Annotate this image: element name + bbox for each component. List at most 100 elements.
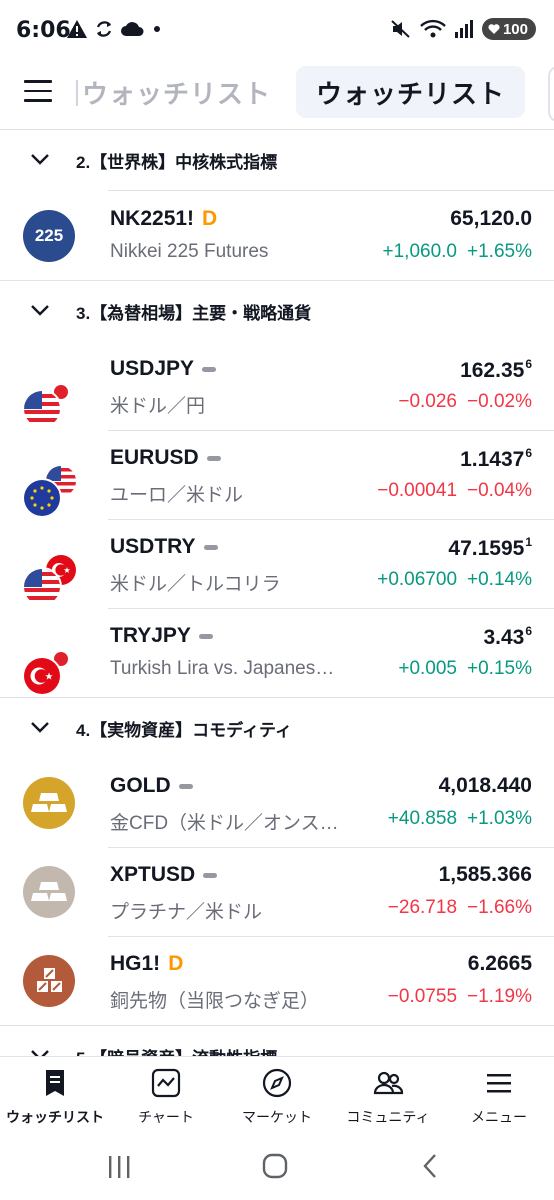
price-value: 162.35 [460, 359, 525, 382]
list-item[interactable]: EURUSD ユーロ／米ドル 1.14376 −0.00041 −0.04% [0, 430, 554, 519]
home-icon[interactable] [261, 1152, 289, 1180]
list-item[interactable]: HG1! D 銅先物（当限つなぎ足） 6.2665 −0.0755 −1.19% [0, 936, 554, 1025]
symbol-name: HG1! [110, 952, 161, 975]
nav-label: マーケット [242, 1109, 312, 1125]
last-price: 3.436 [483, 624, 532, 650]
section-header-world-stocks[interactable]: 2.【世界株】中核株式指標 [0, 130, 554, 190]
list-item[interactable]: 225 NK2251! D Nikkei 225 Futures 65,120.0… [0, 191, 554, 280]
symbol-ticker: XPTUSD [110, 863, 218, 887]
section-title: 4.【実物資産】コモディティ [76, 721, 292, 740]
symbol-name: USDTRY [110, 535, 196, 558]
symbol-ticker: USDTRY [110, 535, 218, 559]
mute-icon [391, 20, 410, 38]
chevron-down-icon[interactable] [30, 303, 50, 317]
section-header-forex[interactable]: 3.【為替相場】主要・戦略通貨 [0, 281, 554, 341]
list-item[interactable]: USDTRY 米ドル／トルコリラ 47.15951 +0.06700 +0.14% [0, 519, 554, 608]
signal-icon [454, 20, 473, 38]
system-navigation-bar [0, 1136, 554, 1200]
symbol-ticker: TRYJPY [110, 624, 213, 648]
symbol-logo [22, 626, 78, 696]
price-fraction: 6 [525, 446, 532, 460]
status-dash-icon [202, 366, 217, 372]
hamburger-icon-line [24, 80, 52, 83]
header-separator [76, 80, 78, 106]
tab-watchlist-previous[interactable]: ウォッチリスト [82, 74, 271, 111]
change-abs: −0.0755 [387, 986, 458, 1007]
nav-market[interactable]: マーケット [222, 1057, 332, 1137]
tab-watchlist-active[interactable]: ウォッチリスト [296, 66, 525, 118]
last-price: 4,018.440 [439, 774, 532, 798]
price-value: 4,018.440 [438, 774, 532, 797]
tab-next-partial[interactable] [548, 66, 554, 122]
price-value: 1,585.366 [438, 863, 532, 886]
last-price: 1,585.366 [439, 863, 532, 887]
shield-heart-icon [488, 24, 500, 34]
change-pct: −1.19% [467, 986, 532, 1007]
bookmark-list-icon [46, 1070, 64, 1096]
nav-chart[interactable]: チャート [111, 1057, 221, 1137]
nav-label: メニュー [471, 1109, 527, 1125]
list-item[interactable]: TRYJPY Turkish Lira vs. Japanes… 3.436 +… [0, 608, 554, 697]
watchlist-screen: 6:06 100 ウォッチリスト ウォッチリスト 2.【世界株】中核株式指標 2… [0, 0, 554, 1200]
back-icon[interactable] [420, 1152, 440, 1180]
price-change: −0.026 −0.02% [398, 391, 532, 413]
symbol-description: 金CFD（米ドル／オンス… [110, 813, 339, 834]
change-pct: +0.15% [467, 658, 532, 679]
price-value: 1.1437 [460, 448, 525, 471]
price-fraction: 1 [525, 535, 532, 549]
recent-apps-icon[interactable] [106, 1154, 134, 1180]
section-header-commodities[interactable]: 4.【実物資産】コモディティ [0, 698, 554, 758]
last-price: 65,120.0 [450, 207, 532, 231]
symbol-ticker: NK2251! D [110, 207, 217, 231]
symbol-description: 銅先物（当限つなぎ足） [110, 991, 320, 1012]
price-fraction: 6 [525, 624, 532, 638]
delayed-badge: D [202, 207, 218, 230]
change-pct: −0.04% [467, 480, 532, 501]
list-item[interactable]: XPTUSD プラチナ／米ドル 1,585.366 −26.718 −1.66% [0, 847, 554, 936]
status-dash-icon [206, 455, 221, 461]
price-change: +0.005 +0.15% [398, 658, 532, 680]
hamburger-icon-line [24, 89, 52, 92]
symbol-logo [22, 448, 78, 518]
chevron-down-icon[interactable] [30, 720, 50, 734]
list-item[interactable]: GOLD 金CFD（米ドル／オンス… 4,018.440 +40.858 +1.0… [0, 758, 554, 847]
symbol-name: USDJPY [110, 357, 195, 380]
symbol-description: 米ドル／円 [110, 396, 206, 417]
nav-watchlist[interactable]: ウォッチリスト [0, 1057, 110, 1137]
symbol-name: NK2251! [110, 207, 195, 230]
symbol-logo [22, 359, 78, 429]
chevron-down-icon[interactable] [30, 152, 50, 166]
menu-button[interactable] [24, 80, 52, 104]
symbol-description: Nikkei 225 Futures [110, 241, 269, 262]
sync-icon [96, 21, 112, 37]
hamburger-icon-line [24, 99, 52, 102]
symbol-logo [22, 865, 76, 919]
us-flag-icon [22, 389, 62, 429]
status-dash-icon [198, 633, 213, 639]
price-change: −26.718 −1.66% [388, 897, 532, 919]
app-header: ウォッチリスト ウォッチリスト [0, 62, 554, 130]
price-value: 47.1595 [448, 537, 525, 560]
delayed-badge: D [168, 952, 184, 975]
nikkei-logo-icon: 225 [23, 210, 75, 262]
status-dash-icon [178, 783, 193, 789]
price-change: +0.06700 +0.14% [377, 569, 532, 591]
nav-community[interactable]: コミュニティ [333, 1057, 443, 1137]
status-dash-icon [203, 872, 218, 878]
price-value: 6.2665 [467, 952, 532, 975]
symbol-logo [22, 776, 76, 830]
nav-menu[interactable]: メニュー [444, 1057, 554, 1137]
watchlist: 2.【世界株】中核株式指標 225 NK2251! D Nikkei 225 Fu… [0, 130, 554, 1086]
platinum-bars-icon [23, 866, 75, 918]
change-pct: +0.14% [467, 569, 532, 590]
price-fraction: 6 [525, 357, 532, 371]
price-change: +40.858 +1.03% [388, 808, 532, 830]
status-right-icons: 100 [390, 18, 536, 40]
price-change: −0.00041 −0.04% [377, 480, 532, 502]
turkey-flag-icon [22, 656, 62, 696]
list-item[interactable]: USDJPY 米ドル／円 162.356 −0.026 −0.02% [0, 341, 554, 430]
symbol-logo [22, 954, 76, 1008]
status-time: 6:06 [16, 18, 71, 43]
price-change: +1,060.0 +1.65% [383, 241, 532, 263]
hamburger-icon [487, 1074, 511, 1093]
